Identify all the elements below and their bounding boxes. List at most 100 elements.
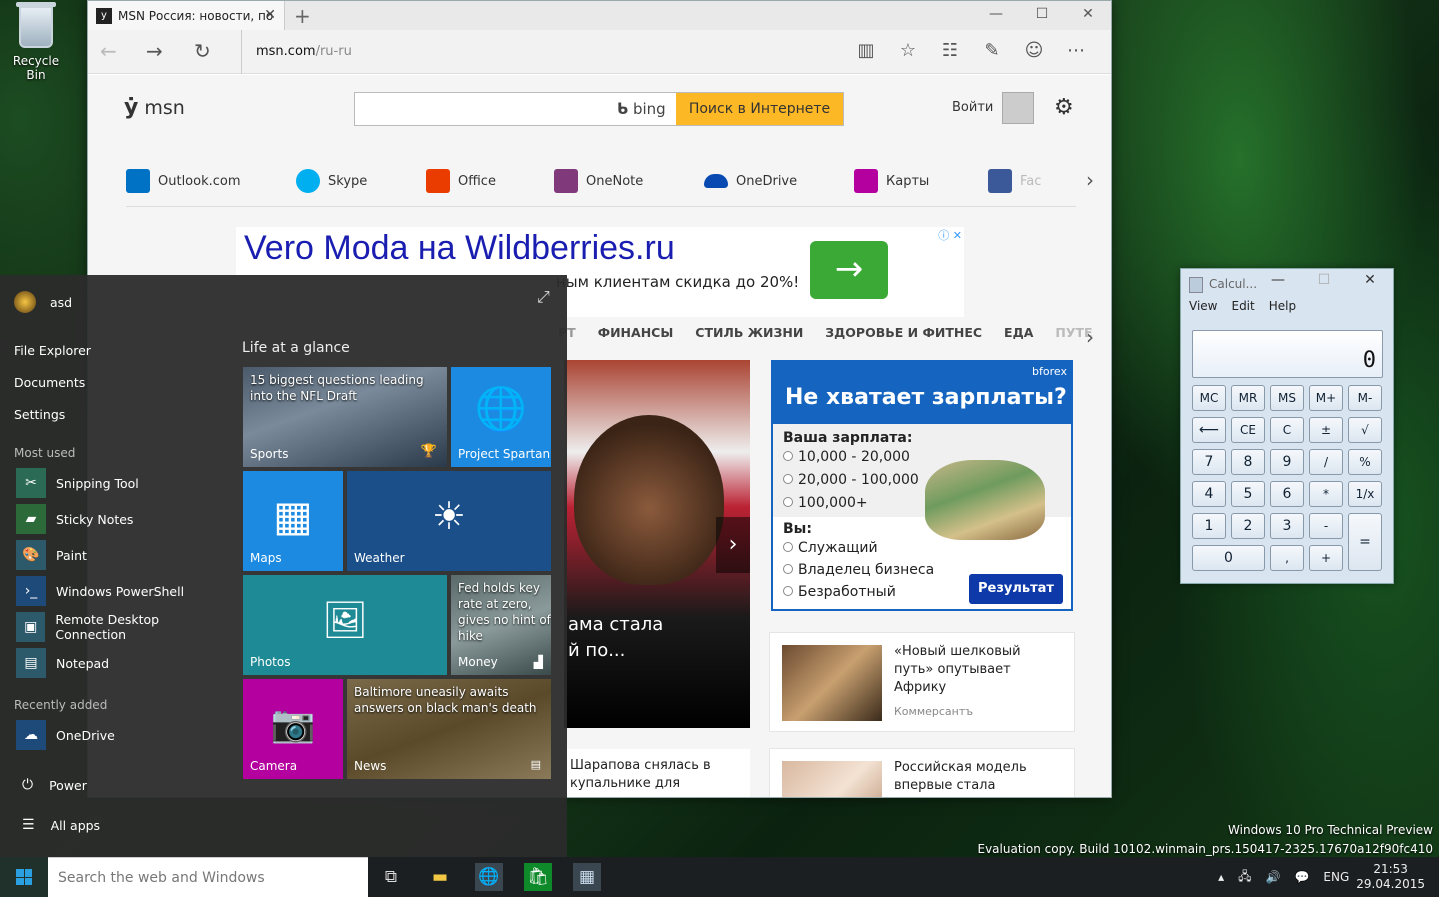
start-settings[interactable]: Settings [14, 407, 65, 422]
hero-story[interactable]: ама стала й по... › [564, 360, 750, 728]
link-facebook[interactable]: Fac [988, 165, 1048, 197]
tray-expand-icon[interactable]: ▴ [1218, 870, 1224, 884]
tile-sports[interactable]: 15 biggest questions leading into the NF… [243, 367, 447, 467]
maximize-button[interactable]: ☐ [1019, 1, 1065, 30]
radio-button[interactable] [783, 451, 793, 461]
key-divide[interactable]: / [1309, 449, 1343, 475]
radio-button[interactable] [783, 586, 793, 596]
link-office[interactable]: Office [426, 165, 554, 197]
radio-button[interactable] [783, 564, 793, 574]
key-mr[interactable]: MR [1231, 385, 1265, 411]
key-equals[interactable]: = [1348, 513, 1382, 571]
sign-in-link[interactable]: Войти [952, 100, 993, 115]
key-2[interactable]: 2 [1231, 513, 1265, 539]
feedback-smiley-icon[interactable]: ☺ [1013, 40, 1055, 61]
tile-photos[interactable]: 🖼 Photos [243, 575, 447, 675]
key-percent[interactable]: % [1348, 449, 1382, 475]
back-button[interactable]: ← [100, 39, 117, 63]
favorite-star-icon[interactable]: ☆ [887, 40, 929, 61]
key-sqrt[interactable]: √ [1348, 417, 1382, 443]
link-outlook[interactable]: Outlook.com [126, 165, 296, 197]
store-icon[interactable]: 🛍 [524, 863, 552, 891]
tile-project-spartan[interactable]: 🌐 Project Spartan [451, 367, 551, 467]
app-snipping-tool[interactable]: ✂ Snipping Tool [16, 468, 139, 498]
language-indicator[interactable]: ENG [1323, 870, 1349, 884]
key-3[interactable]: 3 [1270, 513, 1304, 539]
key-multiply[interactable]: * [1309, 481, 1343, 507]
app-powershell[interactable]: ›_ Windows PowerShell [16, 576, 184, 606]
tile-money[interactable]: Fed holds key rate at zero, gives no hin… [451, 575, 551, 675]
user-account[interactable]: asd [14, 291, 72, 313]
menu-help[interactable]: Help [1269, 299, 1296, 319]
ad-close-icon[interactable]: ⓘ ✕ [938, 227, 962, 243]
url-field[interactable]: msn.com/ru-ru [241, 30, 352, 74]
calc-minimize-button[interactable]: — [1255, 269, 1301, 293]
key-reciprocal[interactable]: 1/x [1348, 481, 1382, 507]
edge-browser-icon[interactable]: 🌐 [475, 863, 503, 891]
minimize-button[interactable]: — [973, 1, 1019, 30]
link-onedrive[interactable]: OneDrive [704, 165, 854, 197]
radio-button[interactable] [783, 474, 793, 484]
web-search-button[interactable]: Поиск в Интернете [676, 93, 843, 125]
tile-news[interactable]: Baltimore uneasily awaits answers on bla… [347, 679, 551, 779]
app-remote-desktop[interactable]: ▣ Remote Desktop Connection [16, 612, 230, 642]
news-card[interactable]: Российская модель впервые стала «ангелом… [769, 748, 1075, 797]
key-9[interactable]: 9 [1270, 449, 1304, 475]
link-maps[interactable]: Карты [854, 165, 988, 197]
action-center-icon[interactable]: 💬 [1294, 870, 1309, 884]
app-notepad[interactable]: ▤ Notepad [16, 648, 109, 678]
power-button[interactable]: ⏻ Power [22, 777, 87, 793]
category-item[interactable]: ЗДОРОВЬЕ И ФИТНЕС [825, 325, 982, 340]
key-subtract[interactable]: - [1309, 513, 1343, 539]
forward-button[interactable]: → [146, 39, 163, 63]
app-sticky-notes[interactable]: ▰ Sticky Notes [16, 504, 133, 534]
app-paint[interactable]: 🎨 Paint [16, 540, 87, 570]
news-card[interactable]: «Новый шелковый путь» опутывает Африку К… [769, 632, 1075, 732]
calc-close-button[interactable]: ✕ [1347, 269, 1393, 293]
start-file-explorer[interactable]: File Explorer [14, 343, 91, 358]
tile-camera[interactable]: 📷 Camera [243, 679, 343, 779]
result-button[interactable]: Результат [969, 574, 1063, 604]
key-ms[interactable]: MS [1270, 385, 1304, 411]
key-7[interactable]: 7 [1192, 449, 1226, 475]
new-tab-button[interactable]: + [294, 4, 311, 28]
start-documents[interactable]: Documents [14, 375, 85, 390]
hero-next-arrow-icon[interactable]: › [716, 517, 750, 573]
radio-button[interactable] [783, 497, 793, 507]
key-mc[interactable]: MC [1192, 385, 1226, 411]
key-c[interactable]: C [1270, 417, 1304, 443]
network-icon[interactable]: 🖧 [1238, 867, 1251, 888]
taskbar-search-box[interactable]: Search the web and Windows [48, 857, 368, 897]
role-option[interactable]: Владелец бизнеса [783, 562, 934, 578]
tab-close-icon[interactable]: ✕ [264, 7, 276, 23]
tile-maps[interactable]: ▦ Maps [243, 471, 343, 571]
task-view-icon[interactable]: ⧉ [377, 863, 405, 891]
role-option[interactable]: Безработный [783, 584, 896, 600]
key-8[interactable]: 8 [1231, 449, 1265, 475]
menu-view[interactable]: View [1189, 299, 1217, 319]
file-explorer-icon[interactable]: ▬ [426, 863, 454, 891]
salary-option[interactable]: 100,000+ [783, 495, 868, 511]
user-avatar[interactable] [1002, 92, 1034, 124]
more-actions-icon[interactable]: ⋯ [1055, 40, 1097, 61]
hub-icon[interactable]: ☷ [929, 40, 971, 61]
links-next-chevron-icon[interactable]: › [1086, 168, 1094, 192]
key-plus-minus[interactable]: ± [1309, 417, 1343, 443]
menu-edit[interactable]: Edit [1231, 299, 1254, 319]
ad-arrow-button[interactable]: → [810, 241, 888, 299]
all-apps-button[interactable]: ☰ All apps [22, 817, 100, 833]
key-1[interactable]: 1 [1192, 513, 1226, 539]
web-note-icon[interactable]: ✎ [971, 40, 1013, 61]
link-skype[interactable]: Skype [296, 165, 426, 197]
start-button[interactable] [0, 857, 48, 897]
settings-gear-icon[interactable]: ⚙ [1054, 95, 1074, 120]
role-option[interactable]: Служащий [783, 540, 878, 556]
key-m-minus[interactable]: M- [1348, 385, 1382, 411]
volume-icon[interactable]: 🔊 [1266, 870, 1281, 884]
key-backspace[interactable]: ⟵ [1192, 417, 1226, 443]
refresh-button[interactable]: ↻ [194, 39, 211, 63]
key-4[interactable]: 4 [1192, 481, 1226, 507]
close-button[interactable]: ✕ [1065, 1, 1111, 30]
expand-start-icon[interactable]: ⤢ [537, 287, 550, 307]
salary-option[interactable]: 10,000 - 20,000 [783, 449, 910, 465]
